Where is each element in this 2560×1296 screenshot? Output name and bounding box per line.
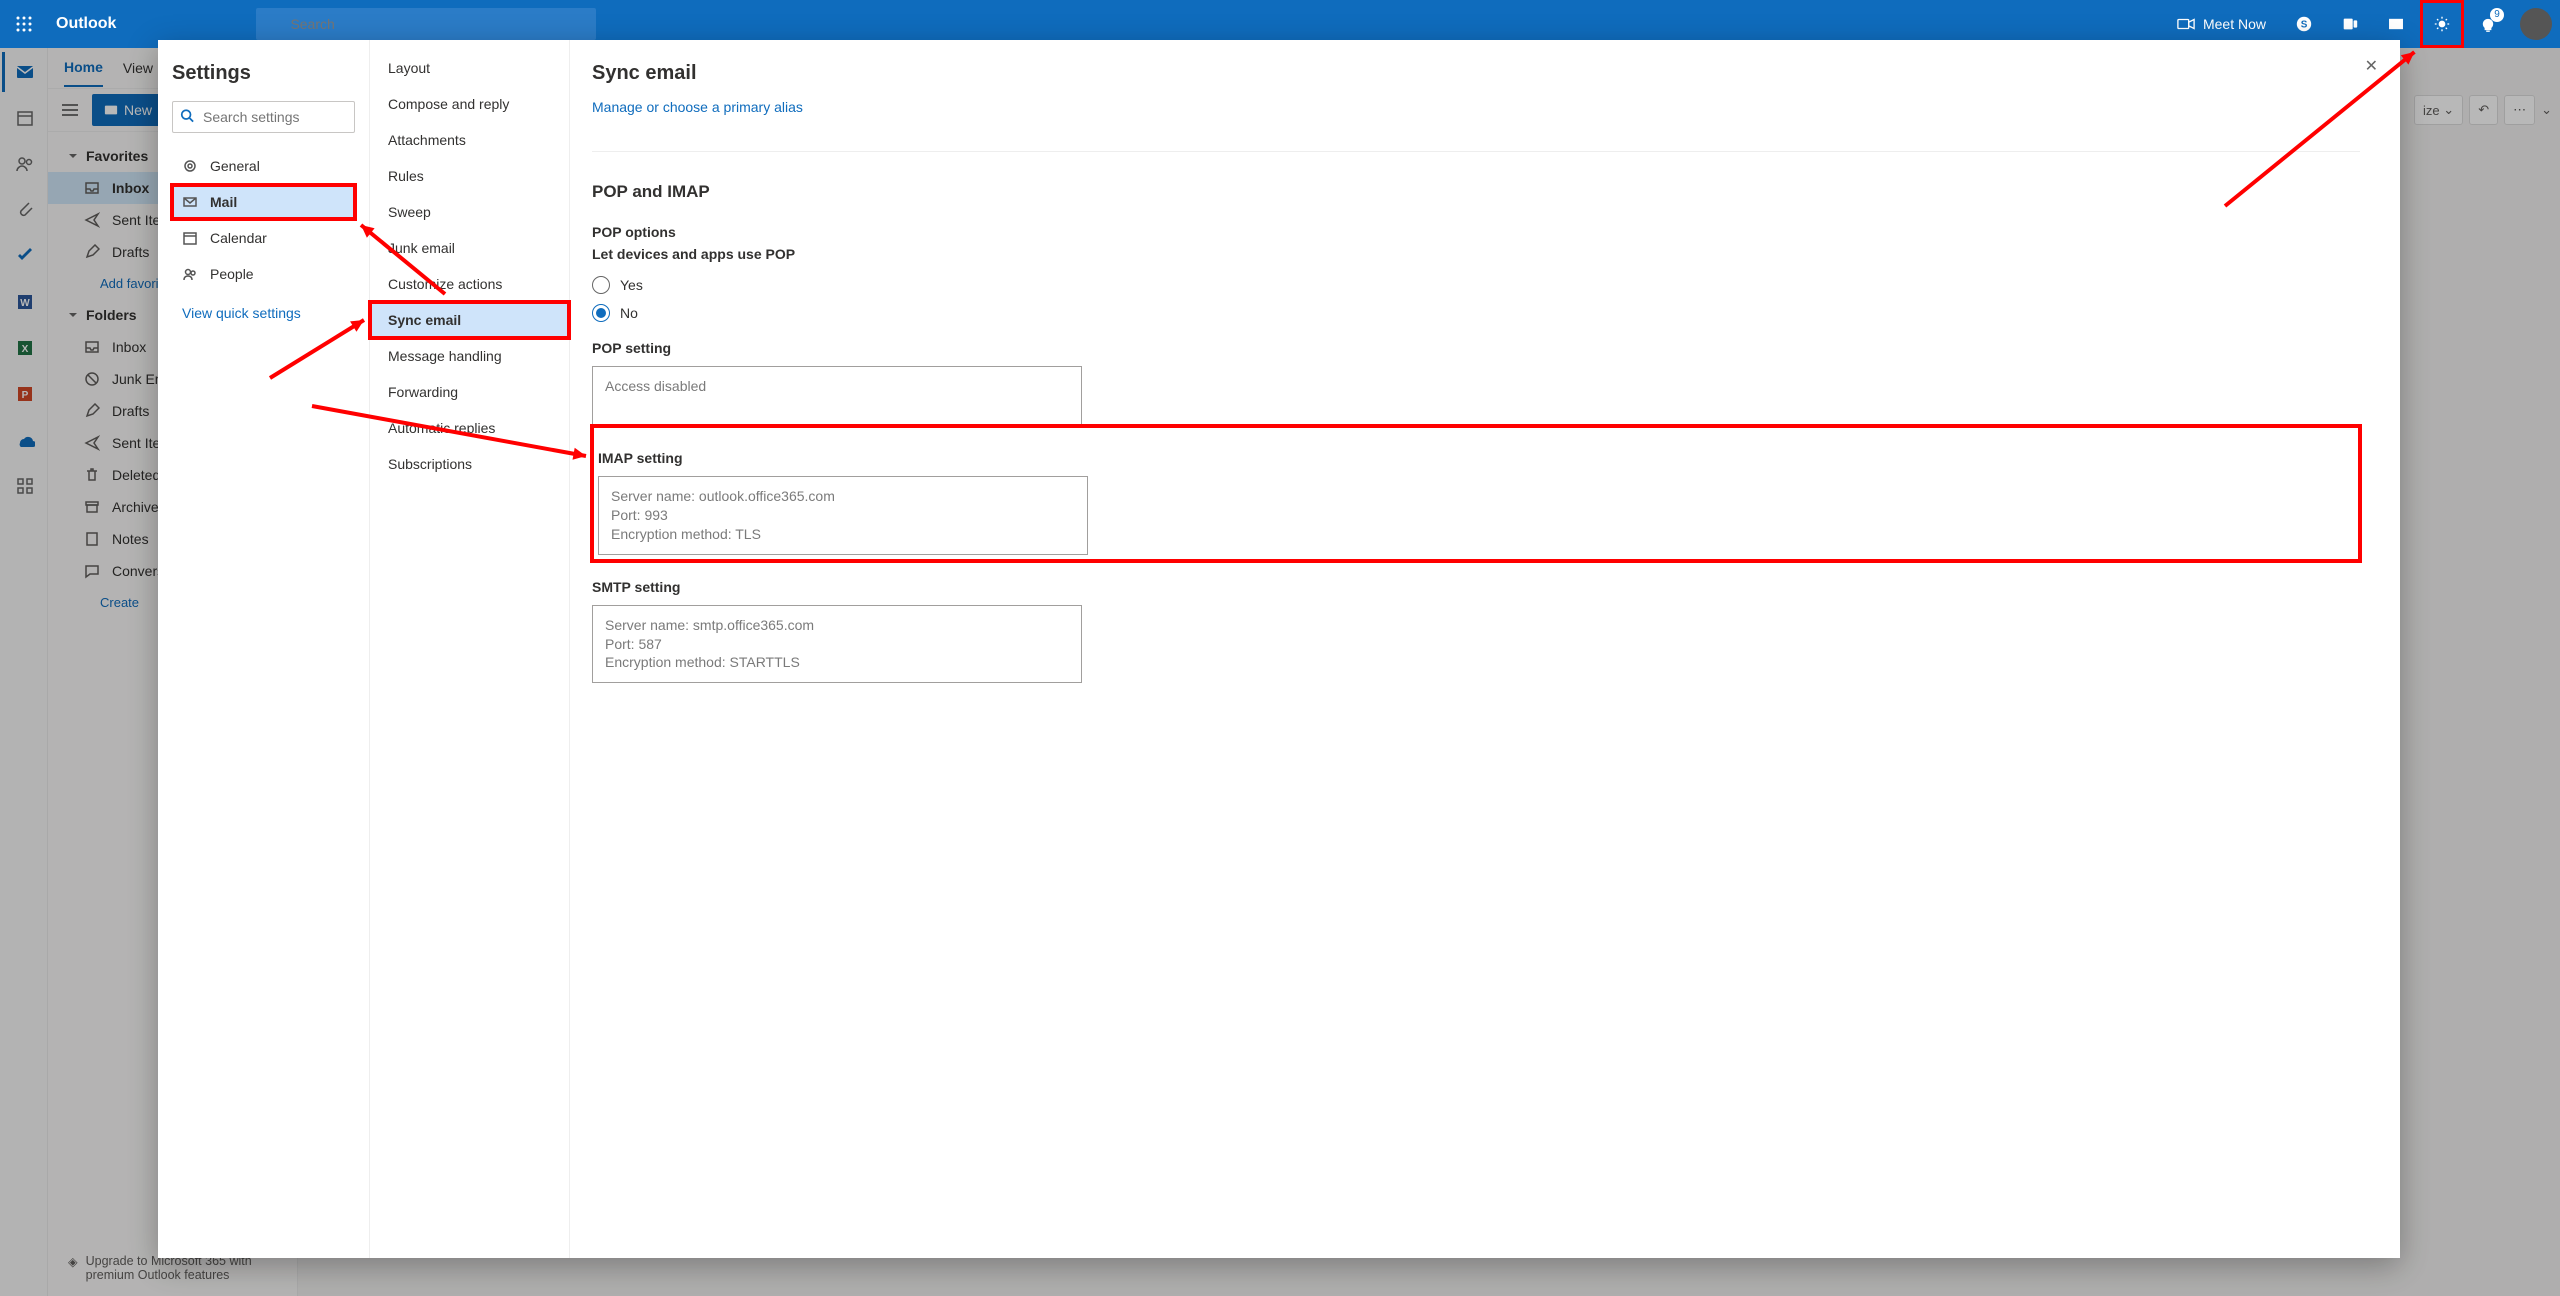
sub-compose[interactable]: Compose and reply: [370, 86, 569, 122]
app-launcher-icon[interactable]: [0, 0, 48, 48]
smtp-encryption: Encryption method: STARTTLS: [605, 653, 1069, 672]
page-title: Sync email: [592, 62, 2360, 85]
imap-group: IMAP setting Server name: outlook.office…: [592, 426, 2360, 561]
smtp-port: Port: 587: [605, 635, 1069, 654]
settings-gear-icon[interactable]: [2420, 0, 2464, 48]
settings-modal: ✕ Settings General Mail Calendar People …: [158, 40, 2400, 1258]
search-icon: [180, 109, 194, 126]
cat-general[interactable]: General: [172, 149, 355, 183]
view-quick-settings-link[interactable]: View quick settings: [172, 291, 355, 335]
sub-message-handling[interactable]: Message handling: [370, 338, 569, 374]
sub-sweep[interactable]: Sweep: [370, 194, 569, 230]
imap-encryption: Encryption method: TLS: [611, 525, 1075, 544]
app-brand[interactable]: Outlook: [56, 15, 116, 33]
smtp-setting-box: Server name: smtp.office365.com Port: 58…: [592, 605, 1082, 684]
imap-setting-box: Server name: outlook.office365.com Port:…: [598, 476, 1088, 555]
pop-yes-radio[interactable]: Yes: [592, 276, 2360, 294]
divider: [592, 151, 2360, 152]
imap-port: Port: 993: [611, 506, 1075, 525]
tips-badge: 9: [2490, 8, 2504, 22]
cat-calendar[interactable]: Calendar: [172, 221, 355, 255]
search-input[interactable]: [256, 8, 596, 40]
pop-no-radio[interactable]: No: [592, 304, 2360, 322]
settings-search-input[interactable]: [172, 101, 355, 133]
smtp-server: Server name: smtp.office365.com: [605, 616, 1069, 635]
settings-content: Sync email Manage or choose a primary al…: [570, 40, 2400, 1258]
cat-mail[interactable]: Mail: [172, 185, 355, 219]
svg-text:S: S: [2301, 20, 2308, 31]
radio-icon: [592, 276, 610, 294]
settings-subnav: Layout Compose and reply Attachments Rul…: [370, 40, 570, 1258]
settings-categories: Settings General Mail Calendar People Vi…: [158, 40, 370, 1258]
pop-setting-label: POP setting: [592, 340, 2360, 356]
let-devices-label: Let devices and apps use POP: [592, 246, 2360, 262]
sub-automatic-replies[interactable]: Automatic replies: [370, 410, 569, 446]
sub-customize-actions[interactable]: Customize actions: [370, 266, 569, 302]
global-search: [256, 8, 596, 40]
sub-junk[interactable]: Junk email: [370, 230, 569, 266]
sub-layout[interactable]: Layout: [370, 50, 569, 86]
sub-forwarding[interactable]: Forwarding: [370, 374, 569, 410]
radio-icon: [592, 304, 610, 322]
sub-sync-email[interactable]: Sync email: [370, 302, 569, 338]
lightbulb-icon[interactable]: 9: [2466, 0, 2510, 48]
settings-title: Settings: [172, 62, 355, 85]
sub-rules[interactable]: Rules: [370, 158, 569, 194]
cat-people[interactable]: People: [172, 257, 355, 291]
sub-attachments[interactable]: Attachments: [370, 122, 569, 158]
pop-setting-box: Access disabled: [592, 366, 1082, 426]
imap-server: Server name: outlook.office365.com: [611, 487, 1075, 506]
meet-now-label: Meet Now: [2203, 16, 2266, 32]
pop-options-label: POP options: [592, 224, 2360, 240]
smtp-setting-label: SMTP setting: [592, 579, 2360, 595]
sub-subscriptions[interactable]: Subscriptions: [370, 446, 569, 482]
imap-setting-label: IMAP setting: [598, 450, 2354, 466]
pop-imap-heading: POP and IMAP: [592, 182, 2360, 202]
alias-link[interactable]: Manage or choose a primary alias: [592, 99, 803, 115]
avatar[interactable]: [2520, 8, 2552, 40]
